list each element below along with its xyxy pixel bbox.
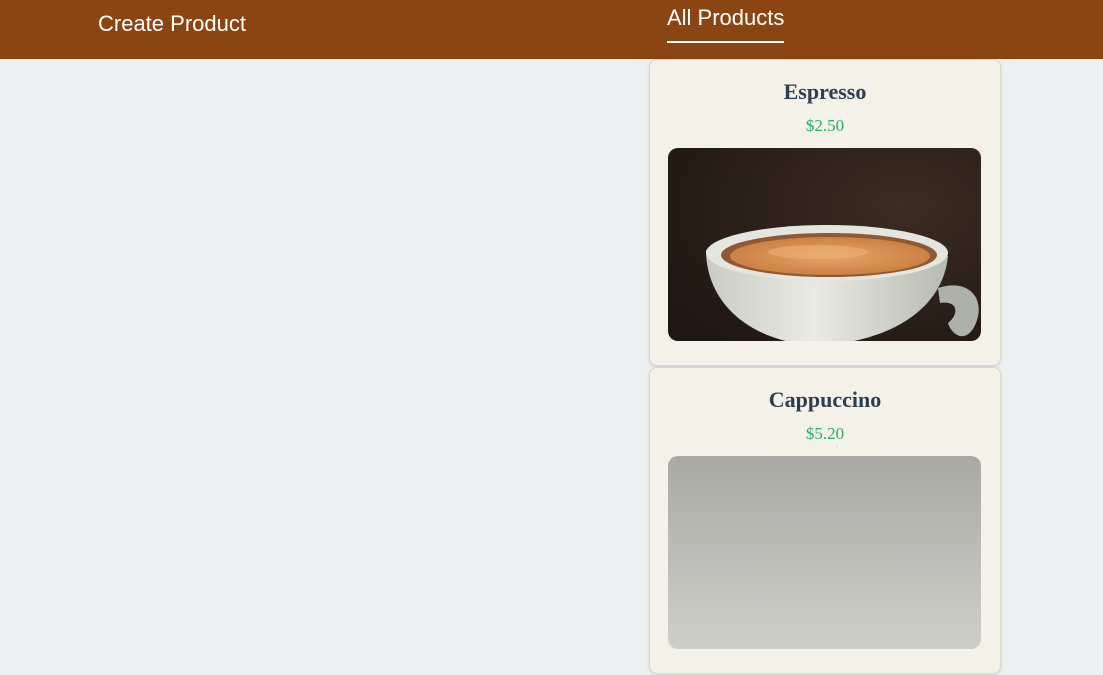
product-name: Cappuccino [768, 387, 882, 412]
product-card[interactable]: Cappuccino $5.20 [649, 367, 1001, 674]
product-image-espresso [668, 148, 981, 341]
nav-create-product-link[interactable]: Create Product [98, 11, 246, 37]
product-card[interactable]: Espresso $2.50 [649, 59, 1001, 366]
product-price: $5.20 [805, 424, 845, 443]
product-image-cappuccino [668, 456, 981, 649]
product-list: Espresso $2.50 Cappuccino $5.20 [649, 59, 1001, 675]
top-navbar: Create Product All Products [0, 0, 1103, 59]
product-price: $2.50 [805, 116, 845, 135]
nav-all-products-link[interactable]: All Products [667, 5, 785, 43]
product-name: Espresso [783, 79, 867, 104]
